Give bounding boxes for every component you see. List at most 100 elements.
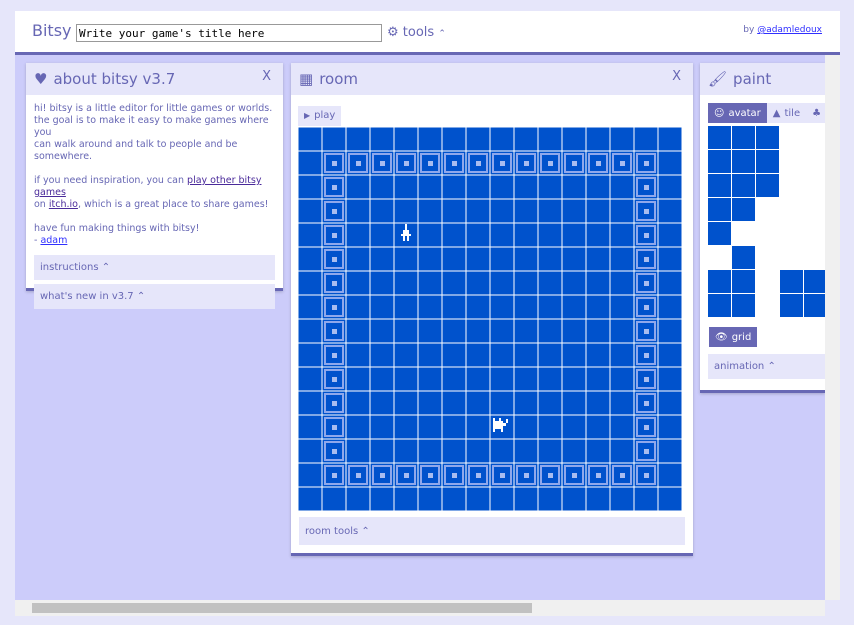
room-tile xyxy=(418,487,442,511)
room-tile xyxy=(658,391,682,415)
room-tile xyxy=(514,343,538,367)
heart-icon: ♥ xyxy=(34,70,48,88)
wall-dot xyxy=(428,161,433,166)
room-tile xyxy=(490,223,514,247)
wall-dot xyxy=(644,377,649,382)
room-tile xyxy=(538,223,562,247)
paint-panel: 🖌 paint ☺avatar ▲tile ♣sprite 👁grid anima… xyxy=(700,63,825,393)
wall-dot xyxy=(380,161,385,166)
room-tile xyxy=(490,343,514,367)
wall-dot xyxy=(644,329,649,334)
room-canvas[interactable] xyxy=(298,127,682,511)
room-tile xyxy=(442,367,466,391)
room-tile xyxy=(490,175,514,199)
about-line: if you need inspiration, you can xyxy=(34,175,188,186)
wall-dot xyxy=(332,473,337,478)
paint-canvas[interactable] xyxy=(708,126,825,318)
room-tile xyxy=(658,295,682,319)
room-tile xyxy=(370,271,394,295)
room-tile xyxy=(658,367,682,391)
tab-tile[interactable]: ▲ tile xyxy=(766,103,807,123)
room-tile xyxy=(538,439,562,463)
animation-toggle[interactable]: animation ⌃ xyxy=(708,354,825,379)
room-tile xyxy=(658,439,682,463)
wall-dot xyxy=(644,353,649,358)
room-tile xyxy=(466,271,490,295)
vertical-scrollbar[interactable] xyxy=(825,55,840,600)
room-tile xyxy=(658,247,682,271)
wall-dot xyxy=(476,161,481,166)
instructions-toggle[interactable]: instructions ⌃ xyxy=(34,255,275,280)
room-tile xyxy=(370,367,394,391)
paint-pixel xyxy=(708,270,731,293)
grid-icon: ▦ xyxy=(299,70,314,88)
room-tile xyxy=(538,175,562,199)
author-link[interactable]: @adamledoux xyxy=(757,25,822,35)
room-tile xyxy=(562,391,586,415)
wall-dot xyxy=(356,161,361,166)
close-icon[interactable]: X xyxy=(672,69,681,84)
close-icon[interactable]: X xyxy=(262,69,271,84)
room-tile xyxy=(346,295,370,319)
room-tile xyxy=(490,487,514,511)
room-tile xyxy=(538,271,562,295)
credit: by @adamledoux xyxy=(743,25,822,35)
room-tile xyxy=(610,295,634,319)
wall-dot xyxy=(332,305,337,310)
paint-pixel xyxy=(732,150,755,173)
room-tools-toggle[interactable]: room tools ⌃ xyxy=(299,517,685,545)
paint-pixel xyxy=(708,222,731,245)
about-header[interactable]: ♥ about bitsy v3.7 X xyxy=(26,63,283,95)
whats-new-toggle[interactable]: what's new in v3.7 ⌃ xyxy=(34,284,275,309)
room-tile xyxy=(394,367,418,391)
room-tile xyxy=(346,391,370,415)
room-tile xyxy=(466,319,490,343)
wall-dot xyxy=(644,449,649,454)
horizontal-scrollbar[interactable] xyxy=(15,600,825,616)
room-tile xyxy=(586,127,610,151)
room-tile xyxy=(394,343,418,367)
room-tile xyxy=(658,415,682,439)
room-tile xyxy=(490,439,514,463)
scrollbar-thumb[interactable] xyxy=(32,603,532,613)
room-tile xyxy=(346,343,370,367)
room-tile xyxy=(394,391,418,415)
room-tile xyxy=(442,487,466,511)
room-tile xyxy=(586,415,610,439)
paint-pixel xyxy=(732,246,755,269)
room-tile xyxy=(394,415,418,439)
paint-pixel xyxy=(756,126,779,149)
room-tile xyxy=(370,199,394,223)
room-tile xyxy=(442,247,466,271)
itch-link[interactable]: itch.io xyxy=(49,199,78,210)
room-tile xyxy=(586,439,610,463)
adam-link[interactable]: adam xyxy=(40,235,67,246)
paint-pixel xyxy=(780,294,803,317)
room-tile xyxy=(610,319,634,343)
room-tile xyxy=(346,415,370,439)
person-icon: ☺ xyxy=(714,107,725,119)
tab-sprite[interactable]: ♣sprite xyxy=(806,103,825,123)
wall-dot xyxy=(452,161,457,166)
grid-toggle-button[interactable]: 👁 grid xyxy=(709,327,758,347)
room-tile xyxy=(466,175,490,199)
room-tile xyxy=(610,223,634,247)
about-line: have fun making things with bitsy! xyxy=(34,223,200,234)
tools-button[interactable]: ⚙ tools ⌃ xyxy=(387,25,446,40)
room-header[interactable]: ▦ room X xyxy=(291,63,693,95)
room-tile xyxy=(370,295,394,319)
room-tile xyxy=(562,415,586,439)
room-title: room xyxy=(319,70,358,88)
room-tile xyxy=(514,439,538,463)
paint-pixel xyxy=(708,126,731,149)
room-tile xyxy=(490,367,514,391)
about-line: , which is a great place to share games! xyxy=(77,199,269,210)
play-button[interactable]: ▶ play xyxy=(298,105,342,126)
avatar-sprite xyxy=(403,236,405,241)
game-title-input[interactable] xyxy=(76,24,382,42)
room-tile xyxy=(658,319,682,343)
tab-avatar[interactable]: ☺ avatar xyxy=(708,103,767,123)
gear-icon: ⚙ xyxy=(387,25,399,40)
paint-pixel xyxy=(732,270,755,293)
paint-header[interactable]: 🖌 paint xyxy=(700,63,825,95)
